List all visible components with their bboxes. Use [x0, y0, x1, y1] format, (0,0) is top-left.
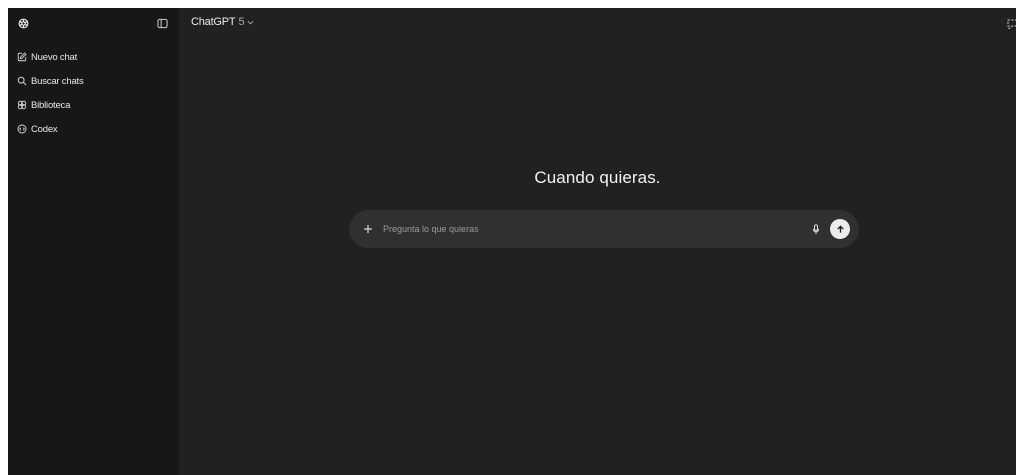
model-selector[interactable]: ChatGPT 5 — [191, 16, 254, 28]
sidebar-item-biblioteca[interactable]: Biblioteca — [16, 93, 179, 117]
page-title: Cuando quieras. — [534, 168, 661, 187]
sidebar-item-codex[interactable]: Codex — [16, 117, 179, 141]
microphone-icon[interactable] — [810, 222, 822, 236]
model-name: ChatGPT — [191, 16, 236, 28]
composer — [349, 210, 859, 248]
app-window: Nuevo chat Buscar chats Biblioteca Codex… — [8, 8, 1016, 475]
edit-icon — [16, 52, 27, 63]
send-button[interactable] — [830, 219, 850, 239]
sidebar-toggle-icon[interactable] — [155, 16, 169, 30]
sidebar-header — [8, 8, 179, 38]
main-panel: ChatGPT 5 Cuando quieras. — [179, 8, 1016, 475]
sidebar-item-buscar-chats[interactable]: Buscar chats — [16, 69, 179, 93]
chevron-down-icon — [247, 20, 254, 25]
search-icon — [16, 76, 27, 87]
prompt-input[interactable] — [383, 224, 810, 234]
plus-icon[interactable] — [361, 222, 375, 236]
sidebar: Nuevo chat Buscar chats Biblioteca Codex — [8, 8, 179, 475]
sidebar-item-label: Biblioteca — [31, 99, 71, 111]
arrow-up-icon — [836, 224, 844, 233]
sidebar-item-nuevo-chat[interactable]: Nuevo chat — [16, 45, 179, 69]
codex-icon — [16, 124, 27, 135]
library-icon — [16, 100, 27, 111]
temporary-chat-icon[interactable] — [1006, 17, 1016, 29]
sidebar-item-label: Codex — [31, 123, 58, 135]
sidebar-item-label: Buscar chats — [31, 75, 84, 87]
sidebar-item-label: Nuevo chat — [31, 51, 78, 63]
model-version: 5 — [238, 16, 245, 28]
openai-logo-icon[interactable] — [16, 16, 30, 30]
sidebar-nav: Nuevo chat Buscar chats Biblioteca Codex — [8, 45, 179, 141]
